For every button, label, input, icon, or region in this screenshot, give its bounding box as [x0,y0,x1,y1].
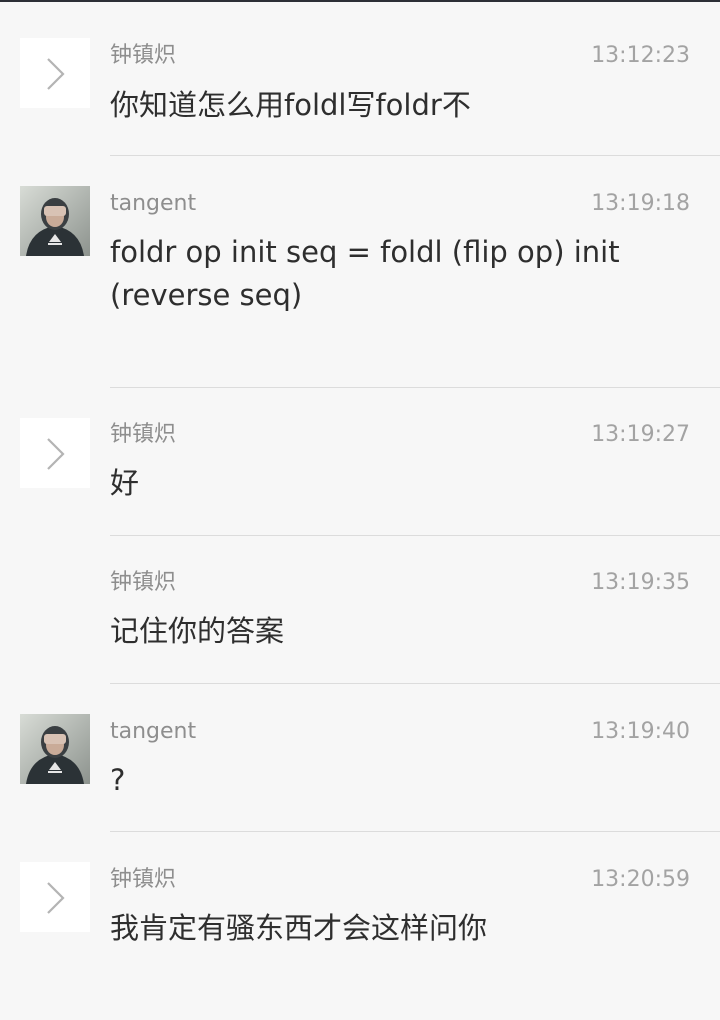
message-text: 记住你的答案 [110,614,285,648]
sender-name: 钟镇炽 [110,867,177,892]
message-divider [110,535,720,536]
chevron-right-icon [47,882,65,914]
message-time: 13:19:27 [591,422,690,447]
message-time: 13:19:40 [591,719,690,744]
chevron-right-icon [47,58,65,90]
message-time: 13:19:35 [591,570,690,595]
avatar[interactable] [20,38,90,108]
message-divider [110,831,720,832]
chat-history[interactable]: 钟镇炽 13:12:23 你知道怎么用foldl写foldr不 tangent … [0,0,720,1020]
message-text: foldr op init seq = foldl (flip op) init… [110,235,620,312]
message-text: 你知道怎么用foldl写foldr不 [110,88,471,122]
user-photo [20,186,90,256]
avatar[interactable] [20,862,90,932]
user-photo [20,714,90,784]
message-time: 13:19:18 [591,191,690,216]
sender-name: 钟镇炽 [110,422,177,447]
message-divider [110,683,720,684]
sender-name: tangent [110,191,197,216]
message-text: 我肯定有骚东西才会这样问你 [110,911,488,945]
message-time: 13:20:59 [591,867,690,892]
avatar[interactable] [20,418,90,488]
sender-name: 钟镇炽 [110,43,177,68]
message-text: ? [110,763,126,797]
sender-name: tangent [110,719,197,744]
message-text: 好 [110,466,140,500]
avatar[interactable] [20,186,90,256]
sender-name: 钟镇炽 [110,570,177,595]
chevron-right-icon [47,438,65,470]
message-divider [110,155,720,156]
message-divider [110,387,720,388]
message-time: 13:12:23 [591,43,690,68]
avatar[interactable] [20,714,90,784]
